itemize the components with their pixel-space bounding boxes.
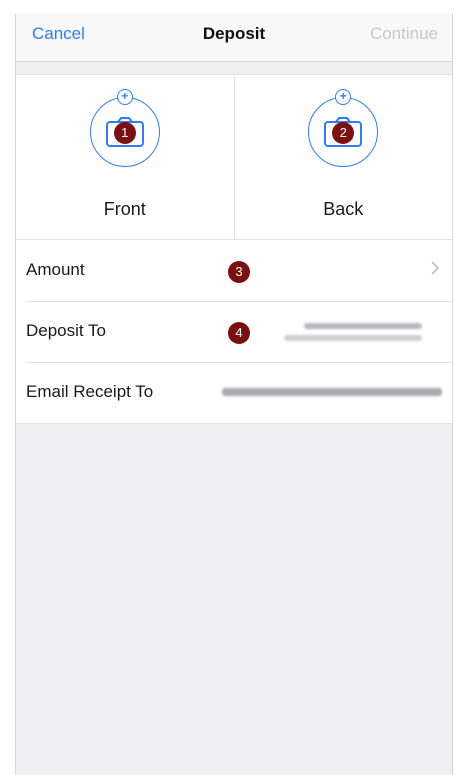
- capture-front-button[interactable]: + 1 Front: [16, 75, 234, 239]
- amount-row[interactable]: Amount 3: [16, 240, 452, 301]
- deposit-to-row[interactable]: Deposit To 4: [16, 301, 452, 362]
- continue-button[interactable]: Continue: [370, 24, 438, 44]
- deposit-to-label: Deposit To: [26, 321, 107, 340]
- check-capture-row: + 1 Front + 2 Back: [16, 74, 452, 240]
- email-receipt-label: Email Receipt To: [26, 382, 154, 401]
- amount-label: Amount: [26, 260, 85, 279]
- email-redacted: [222, 388, 442, 396]
- email-receipt-row[interactable]: Email Receipt To: [16, 362, 452, 423]
- step-badge-1: 1: [113, 122, 136, 144]
- back-label: Back: [323, 199, 364, 219]
- front-label: Front: [103, 199, 146, 219]
- account-number-redacted: [284, 335, 422, 341]
- capture-back-button[interactable]: + 2 Back: [233, 75, 453, 239]
- deposit-details: Amount 3 Deposit To 4 Email Receipt To: [16, 240, 452, 424]
- add-icon: +: [116, 89, 133, 105]
- chevron-right-icon: [431, 261, 440, 275]
- step-badge-4: 4: [228, 322, 250, 344]
- step-badge-3: 3: [228, 261, 250, 283]
- account-name-redacted: [304, 323, 422, 329]
- deposit-screen: Cancel Deposit Continue + 1 Front + 2 Ba…: [15, 14, 453, 775]
- navigation-bar: Cancel Deposit Continue: [16, 14, 452, 62]
